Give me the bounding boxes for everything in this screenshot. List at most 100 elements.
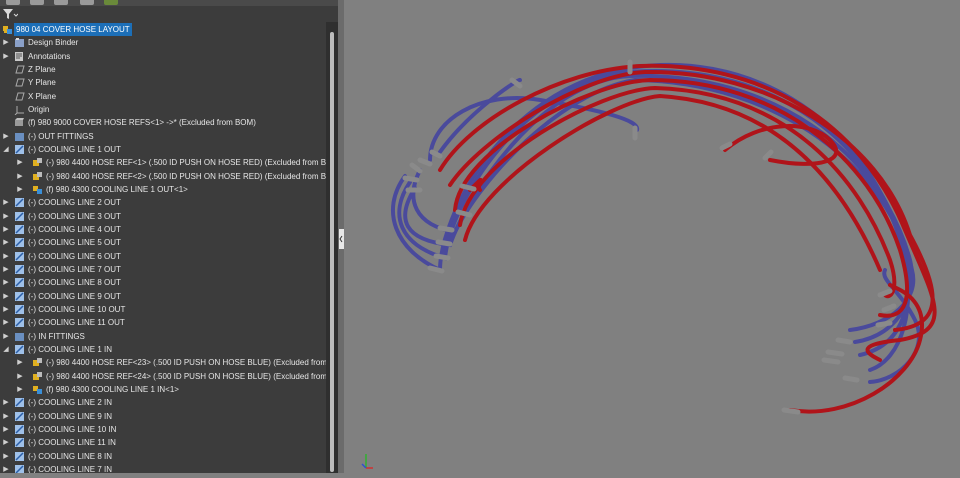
tree-item[interactable]: ▶ (-) COOLING LINE 9 OUT bbox=[0, 290, 326, 303]
tree-item[interactable]: ▶ (-) 980 4400 HOSE REF<24> (.500 ID PUSH… bbox=[0, 370, 326, 383]
expand-arrow-icon[interactable]: ▶ bbox=[16, 156, 24, 169]
tree-item[interactable]: ▶ (f) 980 4300 COOLING LINE 1 OUT<1> bbox=[0, 183, 326, 196]
hose-icon bbox=[14, 437, 25, 448]
tree-root-label: 980 04 COVER HOSE LAYOUT bbox=[14, 23, 132, 36]
expand-arrow-icon[interactable]: ▶ bbox=[2, 50, 10, 63]
graphics-viewport[interactable] bbox=[344, 0, 960, 473]
tree-item[interactable]: ▶ (-) IN FITTINGS bbox=[0, 330, 326, 343]
tree-item[interactable]: ▶ (-) OUT FITTINGS bbox=[0, 130, 326, 143]
tree-item[interactable]: ▶ (-) 980 4400 HOSE REF<2> (.500 ID PUSH … bbox=[0, 170, 326, 183]
expand-arrow-icon[interactable]: ▶ bbox=[2, 250, 10, 263]
assembly-icon bbox=[32, 184, 43, 195]
tree-item[interactable]: ◢ (-) COOLING LINE 1 IN bbox=[0, 343, 326, 356]
expand-arrow-icon[interactable]: ▶ bbox=[2, 210, 10, 223]
tree-item[interactable]: Origin bbox=[0, 103, 326, 116]
tree-item-label: (-) COOLING LINE 10 OUT bbox=[28, 305, 126, 314]
configuration-manager-tab[interactable] bbox=[54, 0, 68, 5]
plane-icon bbox=[14, 91, 25, 102]
tree-item[interactable]: ▶ (f) 980 4300 COOLING LINE 1 IN<1> bbox=[0, 383, 326, 396]
tree-item[interactable]: ▶ (-) COOLING LINE 9 IN bbox=[0, 410, 326, 423]
tree-item-label: Z Plane bbox=[28, 65, 56, 74]
tree-item-label: Design Binder bbox=[28, 38, 79, 47]
expand-arrow-icon[interactable]: ▶ bbox=[2, 223, 10, 236]
property-manager-tab[interactable] bbox=[30, 0, 44, 5]
hose-icon bbox=[14, 304, 25, 315]
tree-item-label: (-) COOLING LINE 8 IN bbox=[28, 452, 113, 461]
filter-icon[interactable] bbox=[2, 7, 19, 21]
tree-scrollbar[interactable] bbox=[326, 22, 338, 473]
tree-item[interactable]: ▶ (-) COOLING LINE 11 OUT bbox=[0, 316, 326, 329]
tree-item[interactable]: ▶ (-) COOLING LINE 8 OUT bbox=[0, 276, 326, 289]
expand-arrow-icon[interactable]: ▶ bbox=[2, 303, 10, 316]
tree-item[interactable]: ▶ Design Binder bbox=[0, 36, 326, 49]
tree-item[interactable]: ◢ (-) COOLING LINE 1 OUT bbox=[0, 143, 326, 156]
hose-icon bbox=[14, 291, 25, 302]
expand-arrow-icon[interactable]: ▶ bbox=[16, 170, 24, 183]
tree-item-label: (-) COOLING LINE 2 IN bbox=[28, 398, 113, 407]
tree-item[interactable]: ▶ (-) COOLING LINE 6 OUT bbox=[0, 250, 326, 263]
expand-arrow-icon[interactable]: ▶ bbox=[16, 383, 24, 396]
tree-item[interactable]: ▶ (-) 980 4400 HOSE REF<1> (.500 ID PUSH … bbox=[0, 156, 326, 169]
tree-item[interactable]: (f) 980 9000 COVER HOSE REFS<1> ->* (Exc… bbox=[0, 116, 326, 129]
tree-item[interactable]: ▶ (-) COOLING LINE 7 IN bbox=[0, 463, 326, 473]
tree-item-label: (f) 980 4300 COOLING LINE 1 OUT<1> bbox=[46, 185, 188, 194]
tree-item[interactable]: ▶ (-) COOLING LINE 8 IN bbox=[0, 450, 326, 463]
expand-arrow-icon[interactable]: ▶ bbox=[2, 410, 10, 423]
tree-item[interactable]: ▶ (-) COOLING LINE 4 OUT bbox=[0, 223, 326, 236]
expand-arrow-icon[interactable]: ▶ bbox=[2, 236, 10, 249]
tree-item[interactable]: X Plane bbox=[0, 90, 326, 103]
annotations-icon bbox=[14, 51, 25, 62]
hose-assembly-model[interactable] bbox=[344, 0, 960, 473]
expand-arrow-icon[interactable]: ▶ bbox=[2, 423, 10, 436]
tree-item[interactable]: ▶ (-) 980 4400 HOSE REF<23> (.500 ID PUSH… bbox=[0, 356, 326, 369]
expand-arrow-icon[interactable]: ▶ bbox=[2, 330, 10, 343]
expand-arrow-icon[interactable]: ▶ bbox=[2, 396, 10, 409]
tree-item[interactable]: Y Plane bbox=[0, 76, 326, 89]
assembly-icon bbox=[32, 384, 43, 395]
expand-arrow-icon[interactable]: ▶ bbox=[2, 196, 10, 209]
tree-item-label: (-) COOLING LINE 11 IN bbox=[28, 438, 116, 447]
tree-item[interactable]: ▶ (-) COOLING LINE 7 OUT bbox=[0, 263, 326, 276]
collapse-arrow-icon[interactable]: ◢ bbox=[2, 343, 10, 356]
hose-icon bbox=[14, 424, 25, 435]
feature-manager-panel: 980 04 COVER HOSE LAYOUT ▶ Design Binder ▶… bbox=[0, 0, 338, 473]
expand-arrow-icon[interactable]: ▶ bbox=[2, 263, 10, 276]
collapse-arrow-icon[interactable]: ◢ bbox=[2, 143, 10, 156]
tree-item[interactable]: Z Plane bbox=[0, 63, 326, 76]
expand-arrow-icon[interactable]: ▶ bbox=[16, 356, 24, 369]
expand-arrow-icon[interactable]: ▶ bbox=[2, 436, 10, 449]
tree-item[interactable]: ▶ (-) COOLING LINE 10 IN bbox=[0, 423, 326, 436]
subassembly-icon bbox=[32, 371, 43, 382]
dimxpert-tab[interactable] bbox=[80, 0, 94, 5]
expand-arrow-icon[interactable]: ▶ bbox=[2, 463, 10, 473]
tree-item[interactable]: ▶ (-) COOLING LINE 2 OUT bbox=[0, 196, 326, 209]
tree-item[interactable]: ▶ (-) COOLING LINE 10 OUT bbox=[0, 303, 326, 316]
expand-arrow-icon[interactable]: ▶ bbox=[16, 370, 24, 383]
display-manager-tab[interactable] bbox=[104, 0, 118, 5]
hose-icon bbox=[14, 397, 25, 408]
tree-item[interactable]: ▶ (-) COOLING LINE 3 OUT bbox=[0, 210, 326, 223]
expand-arrow-icon[interactable]: ▶ bbox=[2, 290, 10, 303]
expand-arrow-icon[interactable]: ▶ bbox=[2, 36, 10, 49]
tree-item-label: (f) 980 9000 COVER HOSE REFS<1> ->* (Exc… bbox=[28, 118, 256, 127]
feature-tree: 980 04 COVER HOSE LAYOUT ▶ Design Binder ▶… bbox=[0, 22, 326, 473]
tree-item[interactable]: ▶ (-) COOLING LINE 2 IN bbox=[0, 396, 326, 409]
origin-icon bbox=[14, 104, 25, 116]
expand-arrow-icon[interactable]: ▶ bbox=[2, 276, 10, 289]
expand-arrow-icon[interactable]: ▶ bbox=[2, 316, 10, 329]
tree-item[interactable]: ▶ Annotations bbox=[0, 50, 326, 63]
expand-arrow-icon[interactable]: ▶ bbox=[16, 183, 24, 196]
tree-item-label: Y Plane bbox=[28, 78, 56, 87]
tree-item-label: (-) COOLING LINE 9 OUT bbox=[28, 292, 121, 301]
tree-item[interactable]: ▶ (-) COOLING LINE 5 OUT bbox=[0, 236, 326, 249]
tree-root[interactable]: 980 04 COVER HOSE LAYOUT bbox=[0, 23, 326, 36]
tree-item-label: (-) COOLING LINE 6 OUT bbox=[28, 252, 121, 261]
tree-item[interactable]: ▶ (-) COOLING LINE 11 IN bbox=[0, 436, 326, 449]
red-hose-6 bbox=[723, 124, 839, 166]
feature-tree-tab[interactable] bbox=[6, 0, 20, 5]
hose-icon bbox=[14, 237, 25, 248]
expand-arrow-icon[interactable]: ▶ bbox=[2, 130, 10, 143]
scrollbar-thumb[interactable] bbox=[330, 32, 334, 472]
expand-arrow-icon[interactable]: ▶ bbox=[2, 450, 10, 463]
tree-item-label: (-) COOLING LINE 4 OUT bbox=[28, 225, 121, 234]
